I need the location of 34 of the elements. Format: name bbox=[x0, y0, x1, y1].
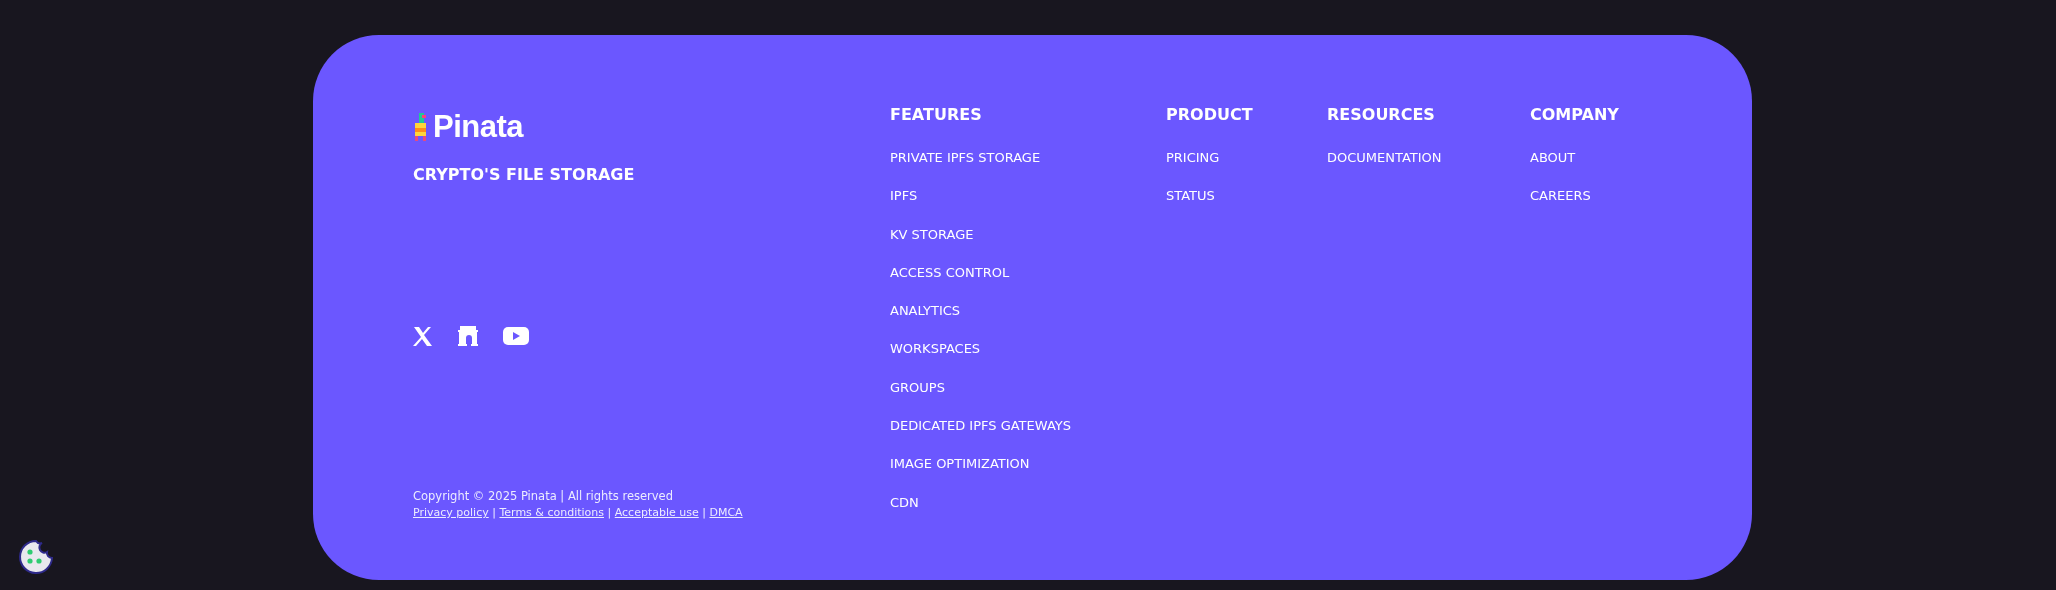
legal-link[interactable]: Privacy policy bbox=[413, 506, 489, 519]
footer-link[interactable]: DOCUMENTATION bbox=[1327, 151, 1530, 190]
footer-link[interactable]: ANALYTICS bbox=[890, 304, 1166, 343]
separator: | bbox=[701, 506, 707, 519]
column-heading: PRODUCT bbox=[1166, 105, 1254, 124]
footer-link[interactable]: CAREERS bbox=[1530, 189, 1730, 228]
separator: | bbox=[491, 506, 497, 519]
footer-link[interactable]: WORKSPACES bbox=[890, 342, 1166, 381]
column-heading: RESOURCES bbox=[1327, 105, 1436, 124]
footer-link[interactable]: GROUPS bbox=[890, 380, 1166, 420]
separator: | bbox=[606, 506, 613, 519]
brand-name: Pinata bbox=[433, 109, 524, 145]
pinata-logo-icon bbox=[413, 113, 429, 141]
arch-icon[interactable] bbox=[457, 326, 479, 346]
legal-link[interactable]: Acceptable use bbox=[614, 506, 699, 519]
play-icon[interactable] bbox=[503, 327, 529, 345]
footer-link[interactable]: STATUS bbox=[1166, 189, 1327, 228]
footer-link[interactable]: PRICING bbox=[1166, 151, 1327, 190]
column-heading: COMPANY bbox=[1530, 105, 1620, 124]
footer-link[interactable]: IPFS bbox=[890, 189, 1166, 228]
footer-link[interactable]: IMAGE OPTIMIZATION bbox=[890, 457, 1166, 496]
footer-link[interactable]: KV STORAGE bbox=[890, 227, 1166, 266]
footer-link[interactable]: ACCESS CONTROL bbox=[890, 265, 1166, 305]
cookie-icon[interactable] bbox=[18, 539, 54, 575]
footer-link[interactable]: ABOUT bbox=[1530, 151, 1730, 190]
footer-link[interactable]: DEDICATED IPFS GATEWAYS bbox=[890, 419, 1166, 458]
column-heading: FEATURES bbox=[890, 105, 983, 124]
legal-link[interactable]: DMCA bbox=[709, 506, 743, 519]
x-icon[interactable] bbox=[413, 326, 433, 346]
copyright-text: Copyright © 2025 Pinata | All rights reserved bbox=[413, 489, 674, 503]
tagline: CRYPTO'S FILE STORAGE bbox=[413, 165, 636, 184]
footer-link[interactable]: CDN bbox=[890, 495, 1166, 534]
legal-link[interactable]: Terms & conditions bbox=[499, 506, 604, 519]
footer-link[interactable]: PRIVATE IPFS STORAGE bbox=[890, 151, 1166, 190]
